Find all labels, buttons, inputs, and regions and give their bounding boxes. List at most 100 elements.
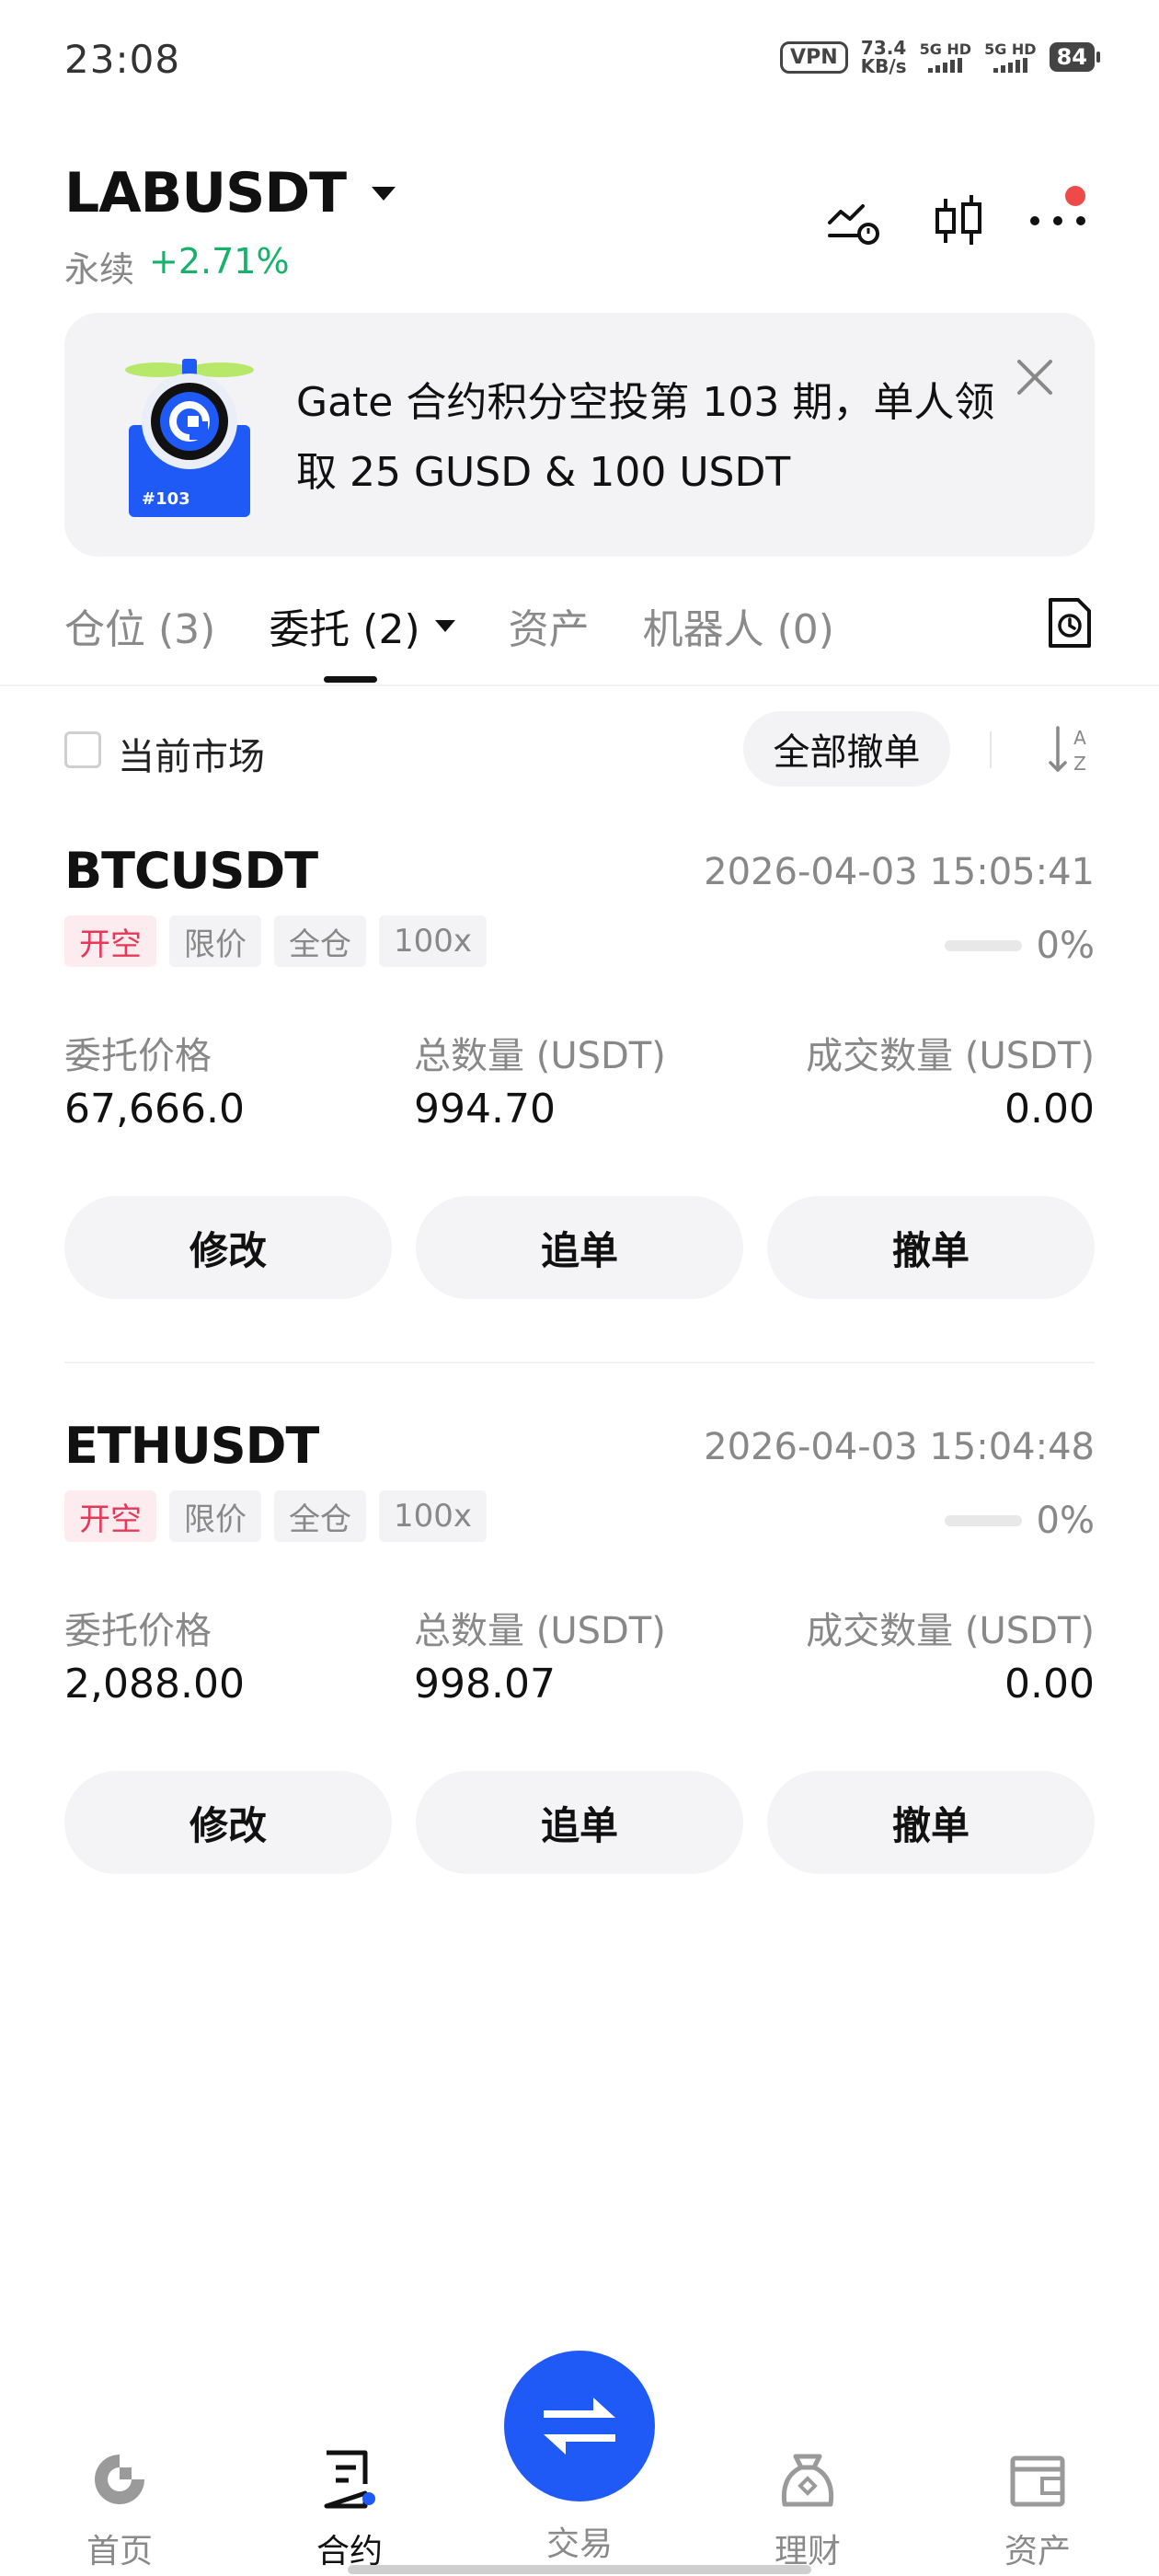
fill-progress-bar <box>944 940 1022 951</box>
more-dots-icon <box>1030 216 1085 225</box>
chase-order-button[interactable]: 追单 <box>416 1771 743 1874</box>
tab-assets[interactable]: 资产 <box>509 596 590 655</box>
fill-percent: 0% <box>1036 925 1095 967</box>
current-market-checkbox[interactable] <box>64 731 101 768</box>
home-icon <box>95 2455 144 2504</box>
trend-alert-icon <box>828 204 879 245</box>
order-divider <box>64 1362 1095 1363</box>
tab-open-orders-label: 委托 (2) <box>269 606 420 653</box>
order-price: 2,088.00 <box>64 1661 245 1708</box>
sort-button[interactable]: A Z <box>1047 722 1095 777</box>
tag-open-short: 开空 <box>64 1490 156 1542</box>
sort-az-icon: A Z <box>1049 726 1086 775</box>
order-history-button[interactable] <box>1045 596 1095 650</box>
total-amount-label: 总数量 (USDT) <box>414 1610 666 1652</box>
nav-home-label: 首页 <box>86 2533 153 2570</box>
tab-open-orders[interactable]: 委托 (2) <box>269 596 455 655</box>
svg-text:A: A <box>1073 727 1086 749</box>
filled-amount-label: 成交数量 (USDT) <box>806 1610 1095 1652</box>
nav-trade-label: 交易 <box>545 2525 613 2563</box>
cancel-order-button[interactable]: 撤单 <box>767 1196 1095 1299</box>
fill-progress: 0% <box>944 925 1095 967</box>
price-label: 委托价格 <box>64 1035 212 1077</box>
order-card: ETHUSDT 2026-04-03 15:04:48 开空 限价 全仓 100… <box>64 1417 1095 1932</box>
close-icon <box>1017 360 1052 395</box>
sim2-label: 5G HD <box>984 40 1037 58</box>
svg-text:Z: Z <box>1073 753 1086 775</box>
chase-order-button[interactable]: 追单 <box>416 1196 743 1299</box>
sim1-signal: 5G HD <box>919 40 972 73</box>
nav-home[interactable]: 首页 <box>28 2447 212 2572</box>
order-price: 67,666.0 <box>64 1086 245 1133</box>
signal-icon <box>928 58 963 73</box>
history-document-icon <box>1049 598 1091 648</box>
active-tab-indicator <box>324 676 377 683</box>
cancel-all-button[interactable]: 全部撤单 <box>743 711 950 787</box>
tag-leverage: 100x <box>379 915 488 967</box>
signal-icon <box>993 58 1027 73</box>
earn-icon <box>781 2454 834 2507</box>
modify-order-button[interactable]: 修改 <box>64 1196 392 1299</box>
orders-tab-bar: 仓位 (3) 委托 (2) 资产 机器人 (0) <box>64 596 834 655</box>
order-tags: 开空 限价 全仓 100x <box>64 1490 488 1542</box>
modify-order-button[interactable]: 修改 <box>64 1771 392 1874</box>
total-amount: 998.07 <box>414 1661 556 1708</box>
sim1-label: 5G HD <box>919 40 972 58</box>
order-symbol[interactable]: BTCUSDT <box>64 842 318 900</box>
price-label: 委托价格 <box>64 1610 212 1652</box>
nav-trade-button[interactable] <box>504 2351 655 2501</box>
tag-order-type: 限价 <box>169 1490 261 1542</box>
contract-type: 永续 <box>64 249 135 290</box>
tag-open-short: 开空 <box>64 915 156 967</box>
order-card: BTCUSDT 2026-04-03 15:05:41 开空 限价 全仓 100… <box>64 842 1095 1357</box>
order-time: 2026-04-03 15:04:48 <box>704 1426 1095 1468</box>
order-time: 2026-04-03 15:05:41 <box>704 851 1095 893</box>
status-indicators: VPN 73.4 KB/s 5G HD 5G HD 84 <box>780 39 1101 75</box>
tabs-divider <box>0 684 1159 686</box>
banner-close-button[interactable] <box>1012 354 1058 400</box>
fill-progress: 0% <box>944 1500 1095 1542</box>
fill-percent: 0% <box>1036 1500 1095 1542</box>
total-amount: 994.70 <box>414 1086 556 1133</box>
filled-amount: 0.00 <box>1004 1086 1095 1133</box>
filled-amount-label: 成交数量 (USDT) <box>806 1035 1095 1077</box>
chevron-down-icon <box>372 186 396 201</box>
swap-icon <box>544 2398 615 2455</box>
notification-dot <box>1065 186 1085 206</box>
tag-margin-mode: 全仓 <box>274 1490 366 1542</box>
cancel-order-button[interactable]: 撤单 <box>767 1771 1095 1874</box>
banner-text: Gate 合约积分空投第 103 期，单人领取 25 GUSD & 100 US… <box>296 379 995 496</box>
network-speed-value: 73.4 <box>860 37 907 59</box>
tag-order-type: 限价 <box>169 915 261 967</box>
nav-assets-label: 资产 <box>1004 2533 1071 2570</box>
candlestick-icon <box>935 195 981 245</box>
tab-bots[interactable]: 机器人 (0) <box>643 596 834 655</box>
vpn-indicator: VPN <box>780 40 848 74</box>
futures-icon <box>324 2450 375 2509</box>
pair-subtitle: 永续 +2.71% <box>64 241 290 292</box>
network-speed: 73.4 KB/s <box>861 39 907 75</box>
kline-chart-button[interactable] <box>926 189 991 253</box>
home-indicator <box>348 2565 811 2574</box>
wallet-icon <box>1010 2455 1065 2507</box>
pair-selector[interactable]: LABUSDT <box>64 161 396 225</box>
current-market-label: 当前市场 <box>118 736 265 778</box>
tab-positions[interactable]: 仓位 (3) <box>64 596 215 655</box>
nav-assets[interactable]: 资产 <box>946 2447 1130 2572</box>
filled-amount: 0.00 <box>1004 1661 1095 1708</box>
pair-name: LABUSDT <box>64 161 347 225</box>
order-tags: 开空 限价 全仓 100x <box>64 915 488 967</box>
status-time: 23:08 <box>64 37 181 82</box>
price-alert-button[interactable] <box>823 189 888 253</box>
battery-indicator: 84 <box>1049 42 1101 72</box>
tag-margin-mode: 全仓 <box>274 915 366 967</box>
price-change: +2.71% <box>149 241 290 282</box>
nav-futures[interactable]: 合约 <box>258 2447 442 2572</box>
chevron-down-icon <box>434 619 455 632</box>
tag-leverage: 100x <box>379 1490 488 1542</box>
airdrop-badge: #103 <box>142 489 190 509</box>
promo-banner[interactable]: #103 Gate 合约积分空投第 103 期，单人领取 25 GUSD & 1… <box>64 313 1095 557</box>
sim2-signal: 5G HD <box>984 41 1037 73</box>
order-symbol[interactable]: ETHUSDT <box>64 1417 319 1475</box>
nav-earn[interactable]: 理财 <box>716 2447 900 2572</box>
